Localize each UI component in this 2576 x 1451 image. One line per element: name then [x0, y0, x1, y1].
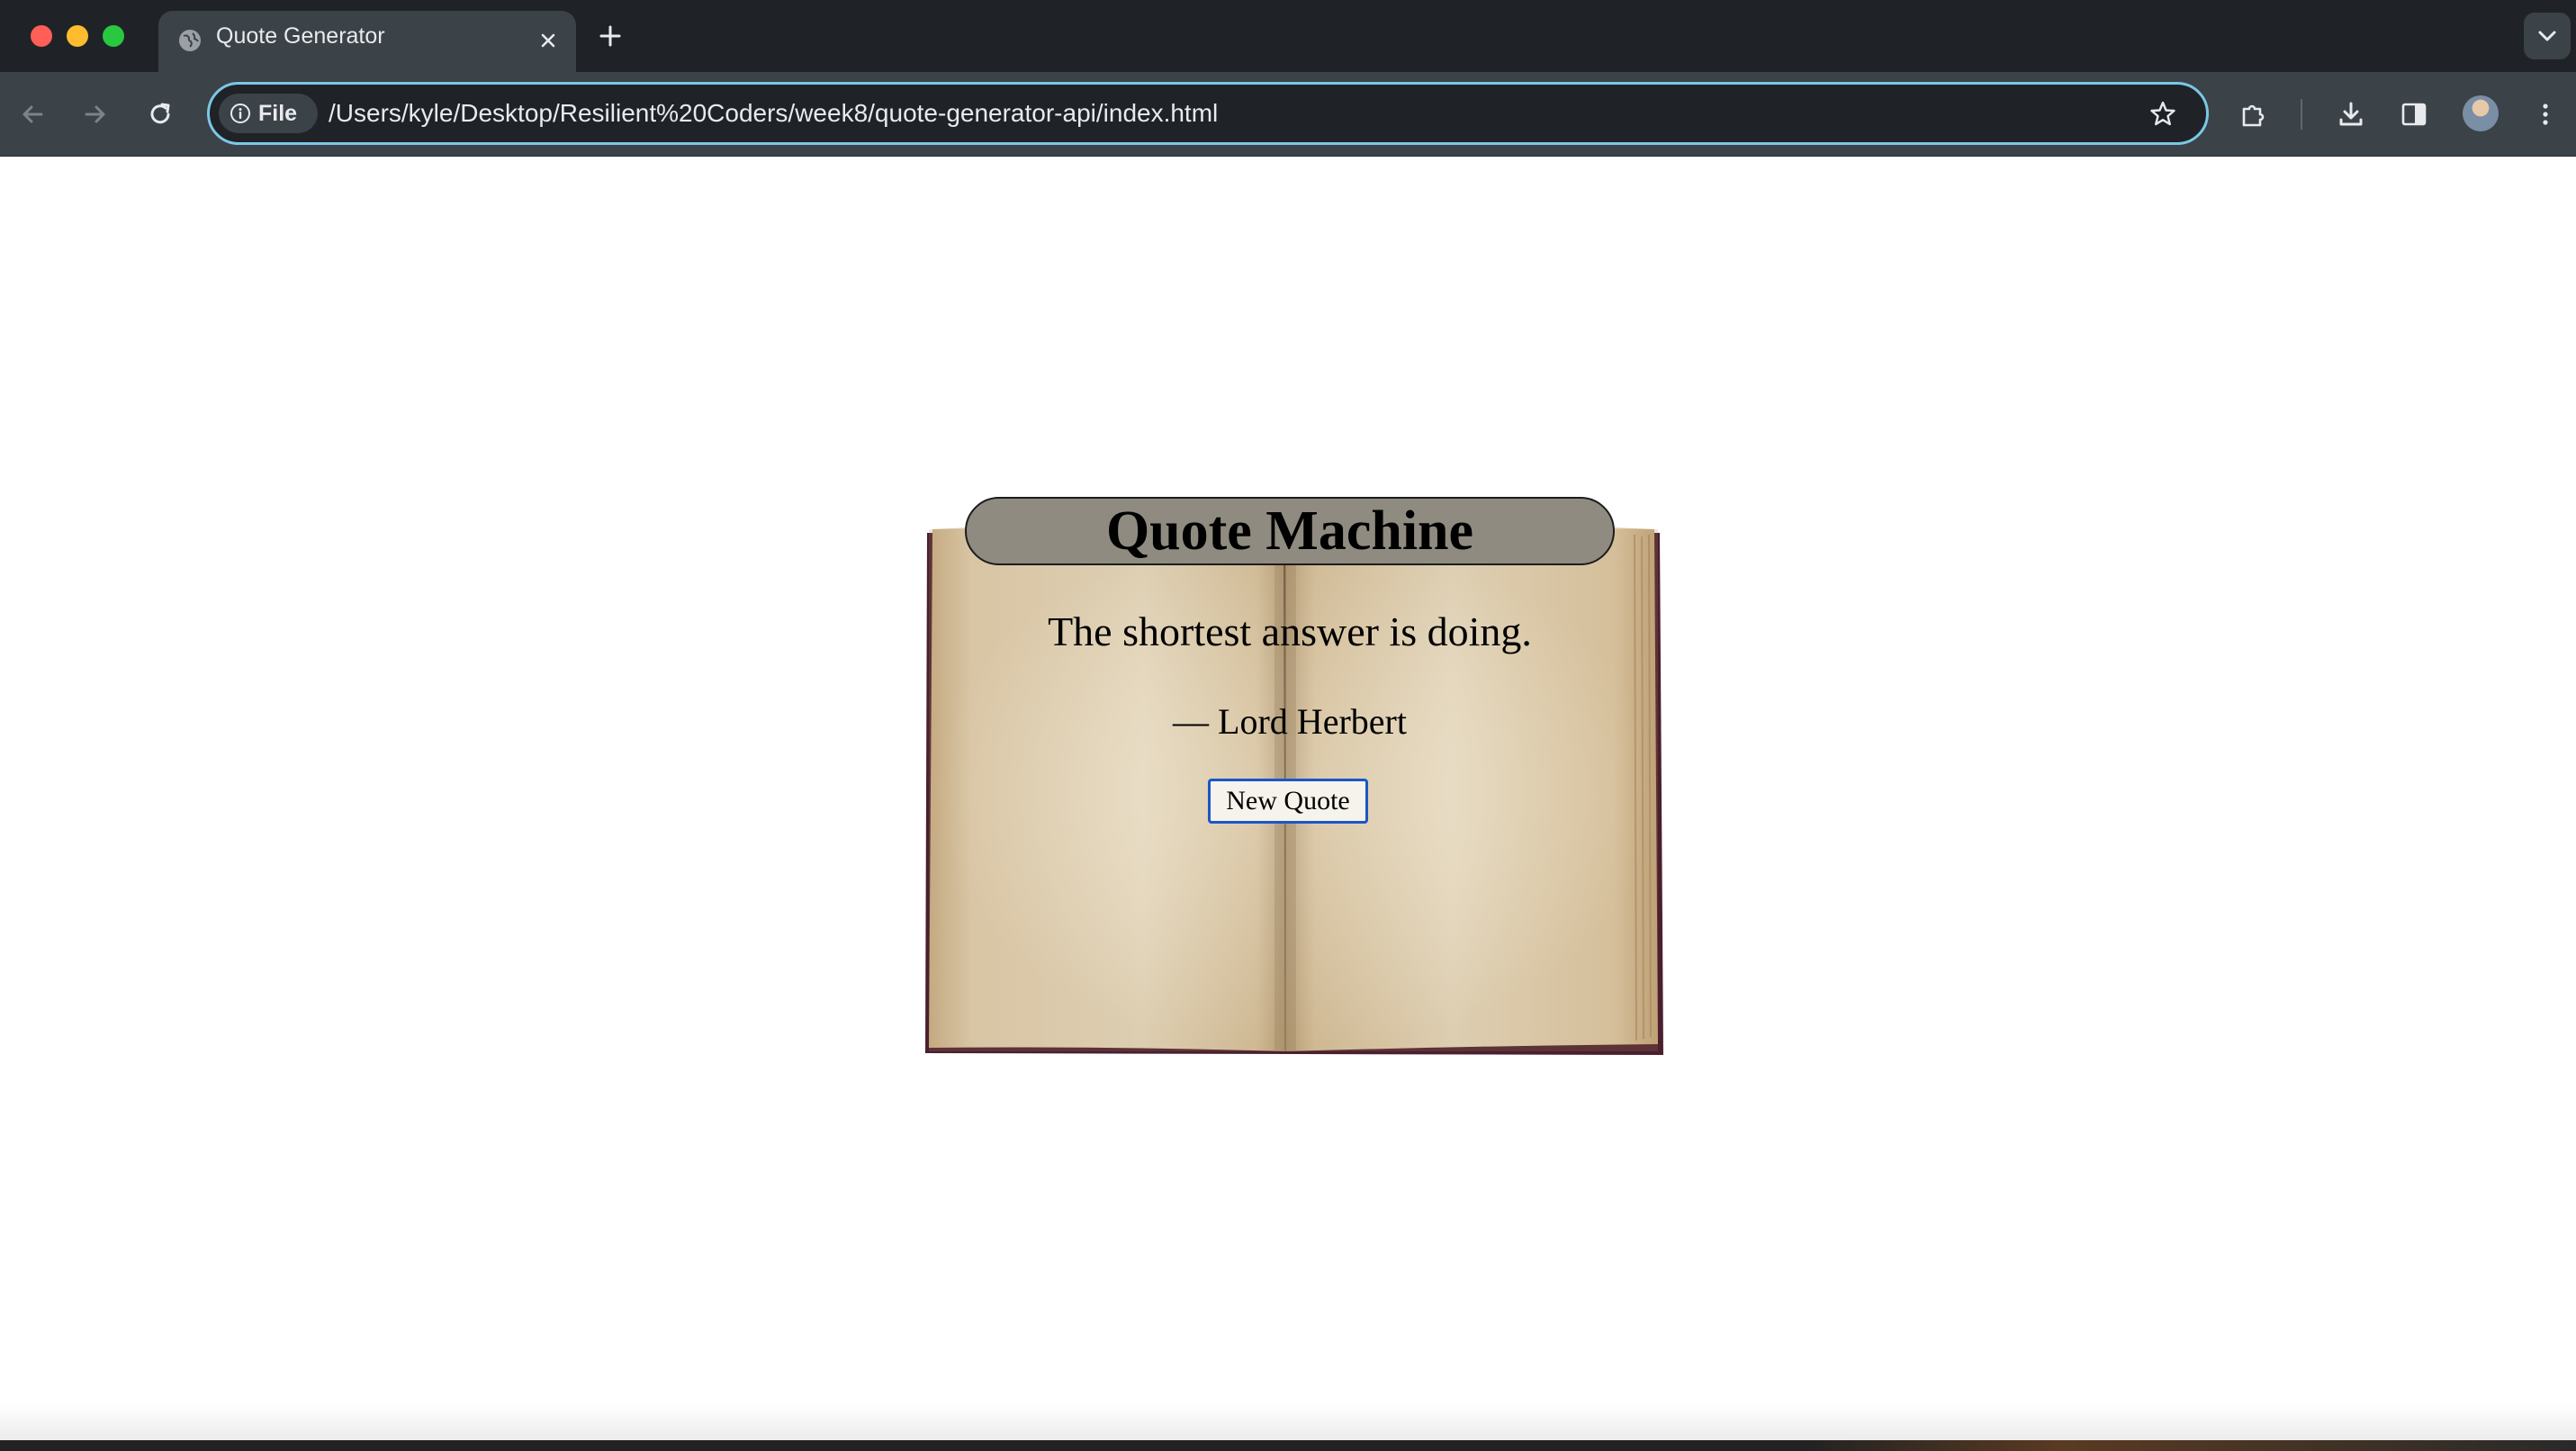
info-icon — [230, 104, 250, 123]
close-icon[interactable] — [535, 27, 562, 54]
tab-title: Quote Generator — [216, 23, 385, 49]
kebab-menu-icon[interactable] — [2529, 98, 2562, 131]
site-info-chip[interactable]: File — [219, 94, 318, 133]
site-info-label: File — [258, 101, 298, 126]
new-quote-button[interactable]: New Quote — [1208, 779, 1368, 824]
desktop-background — [0, 1440, 2576, 1451]
quote-text: The shortest answer is doing. — [1048, 608, 1532, 654]
window-bottom-shadow — [0, 1404, 2576, 1440]
reload-icon[interactable] — [144, 98, 176, 131]
close-window-button[interactable] — [31, 25, 52, 47]
tab-strip: Quote Generator — [0, 0, 2576, 72]
download-icon[interactable] — [2335, 98, 2367, 131]
side-panel-icon[interactable] — [2398, 98, 2430, 131]
address-bar[interactable]: File /Users/kyle/Desktop/Resilient%20Cod… — [207, 82, 2209, 145]
browser-window: Quote Generator File /Users/kyle/Desktop… — [0, 0, 2576, 1440]
minimize-window-button[interactable] — [67, 25, 88, 47]
toolbar-separator — [2301, 99, 2302, 130]
zoom-window-button[interactable] — [103, 25, 124, 47]
chevron-down-icon — [2538, 31, 2556, 41]
profile-avatar[interactable] — [2463, 95, 2499, 131]
globe-icon — [179, 30, 201, 51]
star-icon[interactable] — [2147, 98, 2179, 131]
arrow-left-icon[interactable] — [16, 98, 49, 131]
tab-search-button[interactable] — [2524, 13, 2571, 59]
puzzle-icon[interactable] — [2238, 98, 2270, 131]
tab-quote-generator[interactable]: Quote Generator — [158, 11, 576, 72]
browser-toolbar: File /Users/kyle/Desktop/Resilient%20Cod… — [0, 72, 2576, 157]
arrow-right-icon[interactable] — [79, 98, 112, 131]
quote-author: — Lord Herbert — [1173, 701, 1407, 742]
page-title: Quote Machine — [965, 497, 1615, 565]
plus-icon[interactable] — [594, 20, 626, 52]
url-text[interactable]: /Users/kyle/Desktop/Resilient%20Coders/w… — [329, 85, 1218, 142]
